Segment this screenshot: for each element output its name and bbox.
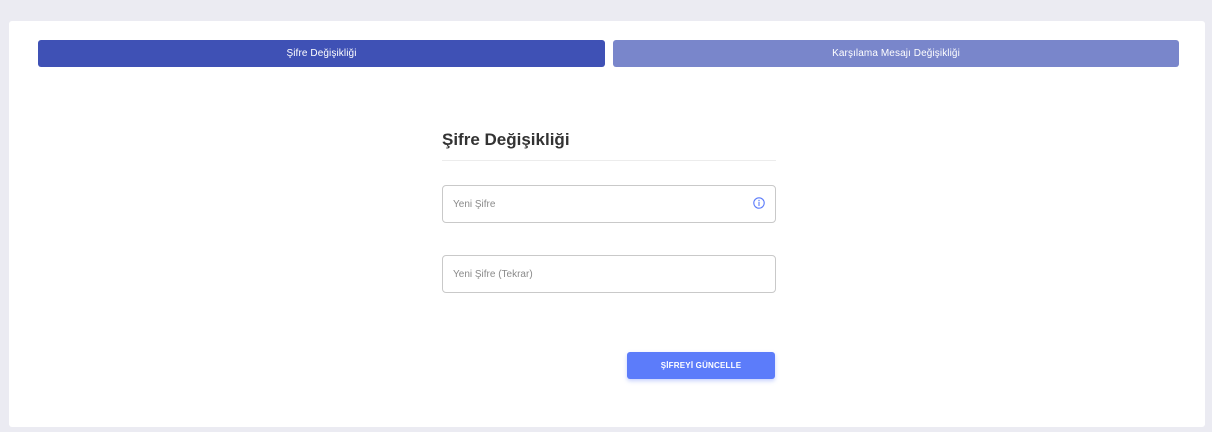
new-password-field [442, 185, 776, 223]
title-divider [442, 160, 776, 161]
form-title: Şifre Değişikliği [442, 130, 570, 149]
settings-card: Şifre Değişikliği Karşılama Mesajı Değiş… [9, 21, 1205, 427]
password-change-form: Şifre Değişikliği ŞİFREYİ GÜNCELLE [442, 127, 776, 379]
tab-welcome-message-change[interactable]: Karşılama Mesajı Değişikliği [613, 40, 1179, 67]
tab-bar: Şifre Değişikliği Karşılama Mesajı Değiş… [38, 40, 1179, 67]
info-icon[interactable] [753, 197, 765, 209]
new-password-input[interactable] [443, 189, 733, 219]
confirm-password-field [442, 255, 776, 293]
update-password-button[interactable]: ŞİFREYİ GÜNCELLE [627, 352, 775, 379]
confirm-password-input[interactable] [443, 259, 733, 289]
tab-password-change[interactable]: Şifre Değişikliği [38, 40, 605, 67]
